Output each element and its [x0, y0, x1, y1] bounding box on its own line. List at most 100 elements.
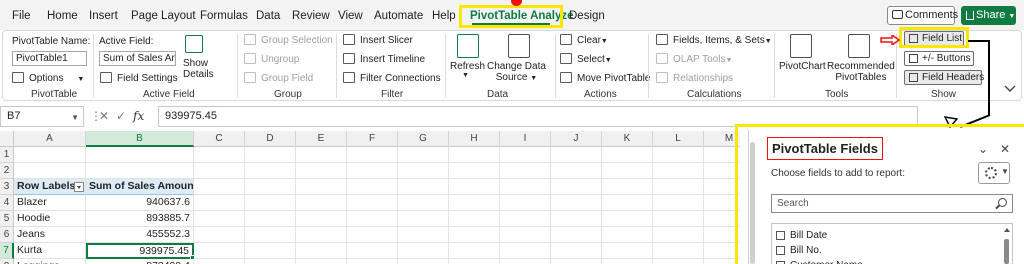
- cell-c2[interactable]: [194, 163, 245, 179]
- tab-file[interactable]: File: [12, 10, 31, 22]
- group-field-button[interactable]: Group Field: [261, 73, 313, 84]
- cell-d2[interactable]: [245, 163, 296, 179]
- column-header-h[interactable]: H: [449, 131, 500, 147]
- row-header-3[interactable]: 3: [0, 179, 14, 195]
- cell-c3[interactable]: [194, 179, 245, 195]
- cell-d7[interactable]: [245, 243, 296, 259]
- pivot-row-label[interactable]: Leggings: [14, 259, 86, 264]
- cell-e8[interactable]: [296, 259, 347, 264]
- row-header-2[interactable]: 2: [0, 163, 14, 179]
- field-list-item[interactable]: Bill Date: [776, 229, 827, 244]
- cell-f8[interactable]: [347, 259, 398, 264]
- cell-b2[interactable]: [86, 163, 194, 179]
- show-details-button[interactable]: Show Details: [183, 58, 214, 80]
- row-header-6[interactable]: 6: [0, 227, 14, 243]
- column-header-b[interactable]: B: [86, 131, 194, 147]
- column-header-f[interactable]: F: [347, 131, 398, 147]
- cell-j6[interactable]: [551, 227, 602, 243]
- olap-tools-button[interactable]: OLAP Tools▼: [673, 54, 732, 65]
- cell-j1[interactable]: [551, 147, 602, 163]
- cell-k5[interactable]: [602, 211, 653, 227]
- cell-c4[interactable]: [194, 195, 245, 211]
- cell-l5[interactable]: [653, 211, 704, 227]
- pivot-row-label[interactable]: Hoodie: [14, 211, 86, 227]
- cell-c5[interactable]: [194, 211, 245, 227]
- cell-b1[interactable]: [86, 147, 194, 163]
- field-settings-button[interactable]: Field Settings: [117, 73, 178, 84]
- pivot-row-value[interactable]: 940637.6: [86, 195, 194, 211]
- options-button[interactable]: Options ▼: [29, 73, 84, 84]
- cell-e3[interactable]: [296, 179, 347, 195]
- active-field-input[interactable]: Sum of Sales Amou: [99, 51, 176, 66]
- cell-h8[interactable]: [449, 259, 500, 264]
- field-checkbox[interactable]: [776, 231, 785, 240]
- field-search-input[interactable]: Search: [771, 194, 1013, 213]
- column-header-a[interactable]: A: [14, 131, 86, 147]
- cell-k6[interactable]: [602, 227, 653, 243]
- worksheet-grid[interactable]: A B C D E F G H I J K L M 1 2 3 Row Labels Sum of Sales A…: [0, 131, 740, 264]
- pivot-row-value[interactable]: 939975.45: [86, 243, 194, 259]
- cell-e2[interactable]: [296, 163, 347, 179]
- cell-g3[interactable]: [398, 179, 449, 195]
- field-checkbox[interactable]: [776, 246, 785, 255]
- fields-items-sets-button[interactable]: Fields, Items, & Sets▼: [673, 35, 772, 46]
- tab-help[interactable]: Help: [432, 10, 456, 22]
- cell-d5[interactable]: [245, 211, 296, 227]
- cell-i6[interactable]: [500, 227, 551, 243]
- relationships-button[interactable]: Relationships: [673, 73, 733, 84]
- pivot-row-value[interactable]: 455552.3: [86, 227, 194, 243]
- comments-button[interactable]: Comments: [887, 6, 958, 25]
- name-box[interactable]: B7 ▼: [0, 106, 84, 127]
- row-header-1[interactable]: 1: [0, 147, 14, 163]
- select-button[interactable]: Select▼: [577, 54, 612, 65]
- row-header-5[interactable]: 5: [0, 211, 14, 227]
- tab-view[interactable]: View: [338, 10, 363, 22]
- pivot-row-value[interactable]: 873499.4: [86, 259, 194, 264]
- tab-insert[interactable]: Insert: [89, 10, 118, 22]
- tab-home[interactable]: Home: [47, 10, 78, 22]
- pivottable-name-input[interactable]: PivotTable1: [12, 51, 87, 66]
- pivot-row-label[interactable]: Jeans: [14, 227, 86, 243]
- cell-a2[interactable]: [14, 163, 86, 179]
- column-header-d[interactable]: D: [245, 131, 296, 147]
- cell-k8[interactable]: [602, 259, 653, 264]
- cell-i2[interactable]: [500, 163, 551, 179]
- pivotchart-button[interactable]: PivotChart: [779, 61, 826, 72]
- field-list-item[interactable]: Customer Name: [776, 259, 863, 264]
- cell-l6[interactable]: [653, 227, 704, 243]
- cell-g4[interactable]: [398, 195, 449, 211]
- ungroup-button[interactable]: Ungroup: [261, 54, 299, 65]
- cell-k1[interactable]: [602, 147, 653, 163]
- cell-l1[interactable]: [653, 147, 704, 163]
- cell-e5[interactable]: [296, 211, 347, 227]
- cell-l8[interactable]: [653, 259, 704, 264]
- cell-k3[interactable]: [602, 179, 653, 195]
- tab-data[interactable]: Data: [256, 10, 280, 22]
- cell-h3[interactable]: [449, 179, 500, 195]
- fill-handle[interactable]: [190, 255, 195, 260]
- cell-e1[interactable]: [296, 147, 347, 163]
- cell-e6[interactable]: [296, 227, 347, 243]
- pane-settings-button[interactable]: ▼: [978, 162, 1010, 184]
- change-data-source-button[interactable]: Change Data Source ▼: [487, 61, 546, 83]
- cell-d1[interactable]: [245, 147, 296, 163]
- cell-l7[interactable]: [653, 243, 704, 259]
- cell-f4[interactable]: [347, 195, 398, 211]
- refresh-button[interactable]: Refresh ▼: [450, 61, 485, 79]
- cell-i5[interactable]: [500, 211, 551, 227]
- cell-i1[interactable]: [500, 147, 551, 163]
- cell-c7[interactable]: [194, 243, 245, 259]
- cell-j8[interactable]: [551, 259, 602, 264]
- cell-l4[interactable]: [653, 195, 704, 211]
- column-header-l[interactable]: L: [653, 131, 704, 147]
- cell-d8[interactable]: [245, 259, 296, 264]
- pivot-sum-header[interactable]: Sum of Sales Amount: [86, 179, 194, 195]
- cell-j5[interactable]: [551, 211, 602, 227]
- insert-timeline-button[interactable]: Insert Timeline: [360, 54, 425, 65]
- cell-e7[interactable]: [296, 243, 347, 259]
- tab-formulas[interactable]: Formulas: [200, 10, 248, 22]
- cell-j3[interactable]: [551, 179, 602, 195]
- cell-h1[interactable]: [449, 147, 500, 163]
- clear-button[interactable]: Clear▼: [577, 35, 608, 46]
- tab-design[interactable]: Design: [569, 10, 605, 22]
